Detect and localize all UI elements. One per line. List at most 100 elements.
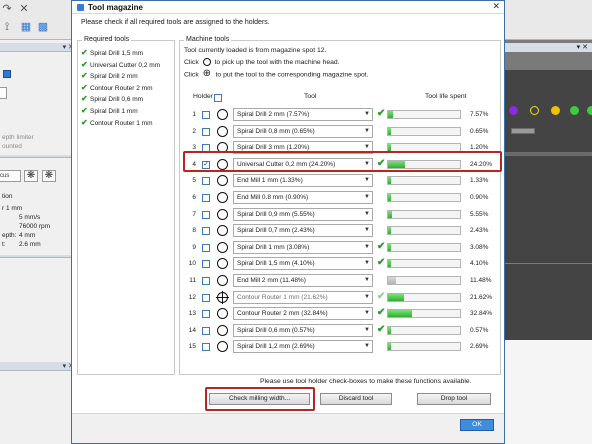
tool-dropdown[interactable]: End Mill 0.8 mm (0.90%) ▼ (233, 191, 373, 204)
tool-life-fill (388, 111, 393, 118)
holder-checkbox[interactable] (202, 243, 210, 252)
tool-dropdown-value: Spiral Drill 0,6 mm (0.57%) (237, 326, 315, 334)
tool-dropdown[interactable]: End Mill 1 mm (1.33%) ▼ (233, 174, 373, 188)
pickup-circle-icon[interactable] (217, 324, 228, 336)
pickup-circle-icon[interactable] (217, 258, 228, 270)
chevron-down-icon: ▼ (364, 277, 370, 283)
grid-icon[interactable]: ▩ (37, 21, 49, 33)
holder-number: 12 (188, 293, 196, 301)
tool-life-bar (387, 242, 461, 252)
section-label: tion (2, 193, 13, 200)
tool-dropdown[interactable]: Spiral Drill 0,6 mm (0.57%) ▼ (233, 323, 373, 337)
holder-checkbox[interactable] (202, 127, 210, 136)
tool-dropdown[interactable]: Spiral Drill 1,2 mm (2.69%) ▼ (233, 340, 373, 354)
chevron-down-icon: ▼ (364, 227, 370, 234)
layout-icon[interactable]: ▦ (20, 21, 32, 33)
holder-row: 15 Spiral Drill 1,2 mm (2.69%) ▼ 2.69% (184, 339, 500, 355)
background-panel-header-4: ▾ ✕ (0, 362, 78, 371)
pickup-circle-icon[interactable] (217, 308, 228, 320)
check-icon: ✔ (81, 94, 88, 104)
holder-checkbox[interactable] (202, 111, 210, 119)
holder-checkbox[interactable] (202, 293, 210, 302)
holder-checkbox[interactable] (202, 177, 210, 186)
tool-life-percent: 1.33% (470, 177, 489, 185)
tool-dropdown[interactable]: Spiral Drill 0,8 mm (0.65%) ▼ (233, 124, 373, 138)
pickup-circle-icon[interactable] (217, 125, 228, 137)
tool-column-header: Tool (304, 93, 317, 100)
close-icon[interactable]: ✕ (18, 3, 30, 15)
pad-marker (530, 106, 539, 115)
crosshair-icon[interactable] (216, 290, 229, 304)
put-text: to put the tool to the corresponding mag… (215, 71, 369, 79)
check-icon: ✔ (81, 106, 88, 115)
holder-checkbox[interactable] (202, 260, 210, 269)
holder-row: 14 Spiral Drill 0,6 mm (0.57%) ▼ ✔ 0.57% (184, 323, 500, 339)
holder-number: 6 (192, 194, 196, 201)
trace-bar (505, 152, 592, 156)
required-tool-label: Spiral Drill 1 mm (90, 108, 138, 115)
pickup-circle-icon[interactable] (217, 225, 228, 237)
tool-life-bar (387, 126, 461, 136)
drop-tool-button[interactable]: Drop tool (417, 393, 491, 405)
pickup-circle-icon[interactable] (217, 109, 228, 120)
settings-gear-icon[interactable]: ❋ (24, 170, 38, 182)
holder-select-all-checkbox[interactable] (214, 94, 222, 102)
close-icon-right[interactable]: ▾ ✕ (577, 43, 588, 51)
pickup-circle-icon[interactable] (217, 208, 228, 220)
holder-row: 5 End Mill 1 mm (1.33%) ▼ 1.33% (184, 173, 500, 189)
holder-number: 11 (189, 277, 196, 284)
pickup-circle-icon[interactable] (217, 275, 228, 286)
tool-dropdown[interactable]: Spiral Drill 1 mm (3.08%) ▼ (233, 240, 373, 254)
tool-dropdown[interactable]: Spiral Drill 1,5 mm (4.10%) ▼ (233, 257, 373, 271)
tool-life-bar (387, 193, 461, 202)
tool-dropdown-value: Contour Router 1 mm (21.62%) (237, 293, 328, 301)
pad-marker (509, 106, 518, 115)
holder-checkbox[interactable] (202, 227, 210, 236)
tool-dropdown[interactable]: End Mill 2 mm (11.48%) ▼ (233, 274, 373, 287)
settings-gear-icon-2[interactable]: ❋ (42, 170, 56, 182)
tool-dropdown[interactable]: Contour Router 2 mm (32.84%) ▼ (233, 307, 373, 321)
holder-number: 8 (192, 227, 196, 235)
holder-checkbox[interactable] (202, 310, 210, 319)
chevron-down-icon: ▼ (364, 326, 370, 333)
tool-dropdown[interactable]: Spiral Drill 0,9 mm (5.55%) ▼ (233, 207, 373, 221)
holder-checkbox[interactable] (202, 277, 210, 285)
pickup-circle-icon[interactable] (217, 341, 228, 353)
tool-dropdown[interactable]: Contour Router 1 mm (21.62%) ▼ (233, 290, 373, 304)
tool-dropdown-value: Spiral Drill 0,7 mm (2.43%) (237, 227, 315, 235)
tool-life-bar (387, 292, 461, 302)
depth-limiter-label: epth limiter (2, 134, 34, 141)
toggle-icon[interactable] (3, 70, 11, 78)
background-small-button[interactable] (0, 87, 7, 99)
pickup-circle-icon[interactable] (217, 175, 228, 187)
tool-life-percent: 21.62% (470, 293, 493, 301)
depth-value: 4 mm (19, 232, 36, 239)
dialog-footer (72, 413, 504, 443)
tool-dropdown[interactable]: Spiral Drill 2 mm (7.57%) ▼ (233, 108, 373, 121)
required-tool-label: Universal Cutter 0,2 mm (90, 61, 161, 69)
background-right-bottom (505, 340, 592, 444)
holder-checkbox[interactable] (202, 210, 210, 219)
machine-tools-label: Machine tools (184, 36, 232, 43)
chevron-down-icon: ▼ (364, 194, 370, 200)
boundary-line (505, 263, 592, 264)
tool-life-fill (388, 177, 391, 185)
holder-number: 1 (192, 111, 196, 118)
select-icon[interactable]: ⟟ (1, 21, 13, 33)
focus-button[interactable]: cus (0, 170, 21, 182)
holder-checkbox[interactable] (202, 343, 210, 352)
redo-icon[interactable]: ↷ (1, 3, 13, 15)
tool-dropdown[interactable]: Spiral Drill 0,7 mm (2.43%) ▼ (233, 224, 373, 238)
t-label: t: (2, 241, 6, 248)
holder-checkbox[interactable] (202, 326, 210, 335)
focus-button-label: cus (0, 173, 10, 179)
tool-life-percent: 2.43% (470, 227, 489, 235)
close-icon[interactable]: ✕ (492, 1, 500, 12)
ok-button[interactable]: OK (460, 419, 494, 431)
pickup-circle-icon[interactable] (217, 241, 228, 253)
holder-checkbox[interactable] (202, 194, 210, 202)
discard-tool-button[interactable]: Discard tool (320, 393, 392, 405)
chevron-down-icon: ▼ (364, 111, 370, 117)
holder-row: 12 Contour Router 1 mm (21.62%) ▼ ✔ 21.62% (184, 290, 500, 306)
pickup-circle-icon[interactable] (217, 192, 228, 203)
